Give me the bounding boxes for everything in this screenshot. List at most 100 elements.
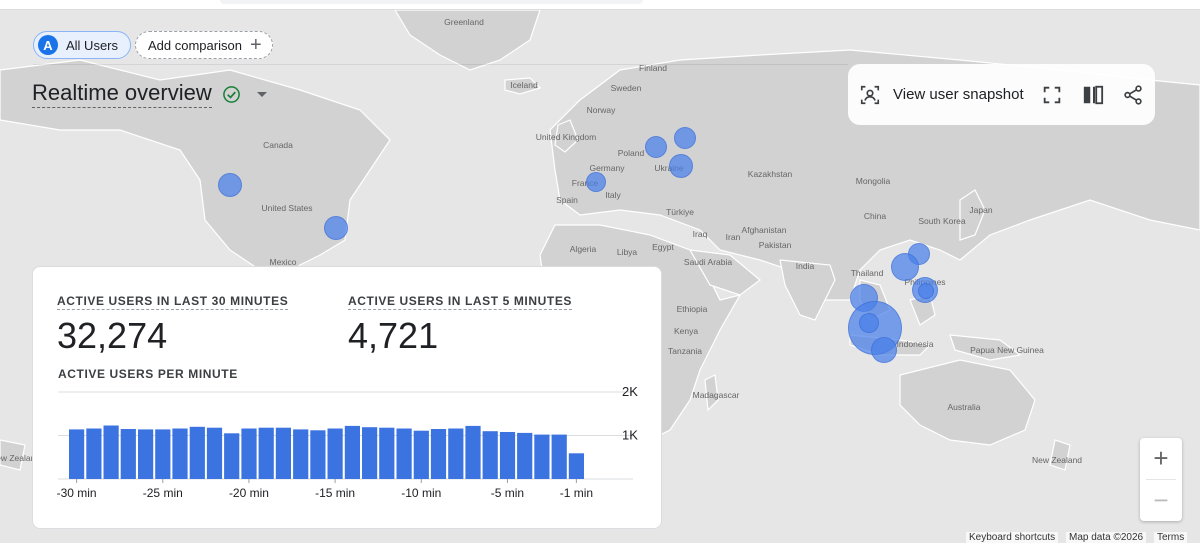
segment-chip-all-users[interactable]: A All Users [33, 31, 132, 59]
snapshot-toolbar: View user snapshot [848, 64, 1155, 125]
chart-bar[interactable] [310, 430, 326, 479]
chart-bar[interactable] [86, 428, 102, 480]
chart-bar[interactable] [534, 434, 550, 479]
chart-bar[interactable] [172, 428, 188, 480]
x-tick-label: -20 min [229, 486, 269, 500]
segment-chip-label: All Users [66, 37, 119, 53]
add-comparison-label: Add comparison [148, 37, 242, 53]
user-location-bubble[interactable] [218, 173, 242, 197]
x-tick-label: -10 min [401, 486, 441, 500]
chart-bar[interactable] [120, 429, 136, 479]
country-label: Norway [586, 105, 616, 115]
chart-bar[interactable] [499, 432, 516, 479]
share-icon[interactable] [1122, 84, 1144, 106]
header-divider [33, 64, 848, 65]
chart-bar[interactable] [362, 427, 378, 479]
chart-bar[interactable] [517, 432, 533, 479]
country-label: Greenland [444, 17, 484, 27]
country-label: Thailand [850, 268, 884, 278]
chart-bar[interactable] [224, 433, 240, 479]
country-label: Spain [556, 195, 578, 205]
user-location-bubble[interactable] [645, 136, 667, 158]
user-location-bubble[interactable] [891, 253, 919, 281]
chart-bar[interactable] [413, 430, 429, 479]
country-label: Sweden [610, 83, 642, 93]
user-location-bubble[interactable] [674, 127, 696, 149]
page-title[interactable]: Realtime overview [32, 80, 212, 108]
caret-down-icon[interactable] [256, 91, 267, 97]
user-location-bubble[interactable] [669, 154, 693, 178]
terms-link[interactable]: Terms [1154, 532, 1188, 543]
country-label: Madagascar [692, 390, 740, 400]
active-users-per-minute-chart[interactable]: 2K 1K -30 min -25 min -20 min -15 min -10 min -… [33, 267, 663, 530]
zoom-in-button[interactable]: + [1140, 438, 1182, 479]
chart-bar[interactable] [344, 425, 360, 479]
plus-icon: + [249, 34, 262, 56]
top-bar [0, 0, 1200, 10]
map-data-attribution: Map data ©2026 [1066, 532, 1147, 543]
search-pill[interactable] [220, 0, 643, 4]
country-label: China [863, 211, 887, 221]
country-label: Japan [969, 205, 993, 215]
chart-bar[interactable] [275, 427, 291, 479]
chart-bar[interactable] [138, 429, 154, 479]
realtime-metrics-card: ACTIVE USERS IN LAST 30 MINUTES 32,274 A… [32, 266, 662, 529]
user-location-bubble[interactable] [918, 283, 934, 299]
chart-bar[interactable] [465, 425, 481, 479]
chart-bar[interactable] [69, 429, 85, 479]
user-location-bubble[interactable] [324, 216, 348, 240]
chart-bar[interactable] [241, 428, 257, 480]
country-label: Poland [617, 148, 645, 158]
y-tick-label: 2K [622, 384, 638, 399]
zoom-out-button[interactable]: − [1140, 480, 1182, 521]
country-label: South Korea [918, 216, 966, 226]
x-tick-label: -25 min [143, 486, 183, 500]
user-location-bubble[interactable] [871, 337, 897, 363]
country-label: Tanzania [667, 346, 703, 356]
x-tick-label: -15 min [315, 486, 355, 500]
country-label: Afghanistan [741, 225, 787, 235]
keyboard-shortcuts-link[interactable]: Keyboard shortcuts [966, 532, 1059, 543]
chart-bar[interactable] [155, 429, 171, 479]
country-label: Italy [605, 190, 621, 200]
country-label: Iceland [510, 80, 538, 90]
x-tick-label: -30 min [57, 486, 97, 500]
chart-bar[interactable] [189, 426, 205, 479]
country-label: Algeria [569, 244, 597, 254]
chart-bar[interactable] [258, 427, 274, 479]
country-label: Australia [947, 402, 981, 412]
user-location-bubble[interactable] [859, 313, 879, 333]
chart-bar[interactable] [396, 428, 412, 480]
chart-bar[interactable] [482, 431, 498, 479]
chart-bar[interactable] [103, 425, 119, 480]
chart-bar[interactable] [568, 453, 584, 479]
y-tick-label: 1K [622, 428, 638, 443]
segment-avatar: A [38, 35, 58, 55]
view-user-snapshot-button[interactable]: View user snapshot [848, 84, 1024, 106]
chart-bar[interactable] [430, 429, 447, 479]
country-label: Saudi Arabia [683, 257, 733, 267]
country-label: Indonesia [896, 339, 934, 349]
fullscreen-icon[interactable] [1041, 84, 1063, 106]
country-label: Papua New Guinea [970, 345, 1044, 355]
chart-bar[interactable] [293, 429, 309, 479]
map-zoom-controls: + − [1140, 438, 1182, 521]
chart-bar[interactable] [206, 427, 223, 479]
country-label: Kenya [673, 326, 699, 336]
chart-bar[interactable] [327, 428, 343, 480]
country-label: Ethiopia [676, 304, 708, 314]
user-snapshot-icon [860, 85, 880, 104]
x-tick-label: -5 min [491, 486, 524, 500]
country-label: India [795, 261, 815, 271]
add-comparison-button[interactable]: Add comparison + [135, 31, 273, 59]
country-label: Canada [263, 140, 293, 150]
chart-bar[interactable] [379, 427, 395, 479]
check-circle-icon [222, 85, 240, 103]
country-label: United Kingdom [535, 132, 597, 142]
chart-bar[interactable] [448, 428, 464, 480]
user-location-bubble[interactable] [586, 172, 606, 192]
country-label: United States [261, 203, 313, 213]
chart-bar[interactable] [551, 434, 567, 479]
country-label: Egypt [652, 242, 674, 252]
compare-columns-icon[interactable] [1082, 84, 1104, 106]
